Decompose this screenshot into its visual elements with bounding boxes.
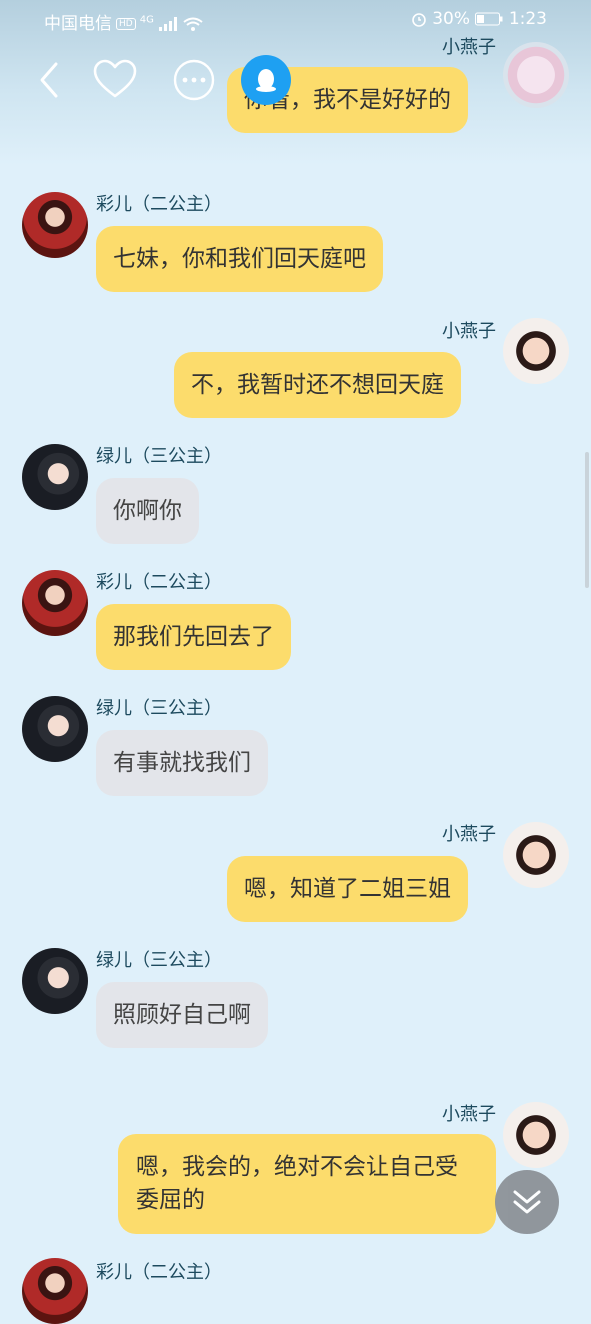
- sender-name: 彩儿（二公主）: [96, 1262, 222, 1283]
- avatar[interactable]: [22, 570, 88, 636]
- message-bubble[interactable]: 你啊你: [96, 478, 199, 544]
- message-bubble[interactable]: 嗯，知道了二姐三姐: [227, 856, 468, 922]
- avatar[interactable]: [503, 318, 569, 384]
- favorite-button[interactable]: [92, 58, 138, 102]
- sender-name: 小燕子: [442, 1104, 496, 1125]
- sender-name: 小燕子: [442, 824, 496, 845]
- avatar[interactable]: [22, 444, 88, 510]
- message-bubble[interactable]: 嗯，我会的，绝对不会让自己受委屈的: [118, 1134, 496, 1234]
- back-button[interactable]: [30, 58, 70, 102]
- wifi-icon: [183, 17, 203, 31]
- message-bubble[interactable]: 七妹，你和我们回天庭吧: [96, 226, 383, 292]
- avatar[interactable]: [22, 192, 88, 258]
- battery-percent: 30%: [432, 9, 470, 29]
- more-dots-icon: [173, 59, 215, 101]
- more-button[interactable]: [172, 58, 216, 102]
- chevron-left-icon: [40, 62, 58, 98]
- message-bubble[interactable]: 有事就找我们: [96, 730, 268, 796]
- double-chevron-down-icon: [513, 1190, 541, 1214]
- network-type: 4G: [139, 14, 154, 26]
- scroll-to-bottom-button[interactable]: [495, 1170, 559, 1234]
- carrier-label: 中国电信: [44, 14, 112, 34]
- message-bubble[interactable]: 不，我暂时还不想回天庭: [174, 352, 461, 418]
- avatar[interactable]: [503, 1102, 569, 1168]
- qq-status-badge[interactable]: [241, 55, 291, 105]
- sender-name: 彩儿（二公主）: [96, 572, 222, 593]
- message-bubble[interactable]: 照顾好自己啊: [96, 982, 268, 1048]
- battery-icon: [475, 12, 503, 26]
- alarm-icon: [411, 13, 426, 27]
- sender-name: 小燕子: [442, 321, 496, 342]
- qq-penguin-icon: [256, 69, 276, 92]
- status-right: 30% 1:23: [411, 9, 547, 29]
- heart-icon: [93, 59, 137, 98]
- avatar[interactable]: [503, 822, 569, 888]
- message-bubble[interactable]: 那我们先回去了: [96, 604, 291, 670]
- avatar[interactable]: [22, 696, 88, 762]
- status-bar: 中国电信 HD 4G 30% 1:23: [0, 0, 591, 40]
- sender-name: 绿儿（三公主）: [96, 446, 222, 467]
- sender-name: 绿儿（三公主）: [96, 950, 222, 971]
- clock-time: 1:23: [508, 9, 547, 29]
- scroll-indicator[interactable]: [585, 452, 589, 588]
- sender-name: 绿儿（三公主）: [96, 698, 222, 719]
- signal-icon: [159, 17, 178, 31]
- status-left: 中国电信 HD 4G: [44, 9, 203, 34]
- avatar[interactable]: [22, 1258, 88, 1324]
- hd-badge: HD: [116, 18, 136, 30]
- avatar[interactable]: [22, 948, 88, 1014]
- sender-name: 彩儿（二公主）: [96, 194, 222, 215]
- avatar[interactable]: [503, 42, 569, 108]
